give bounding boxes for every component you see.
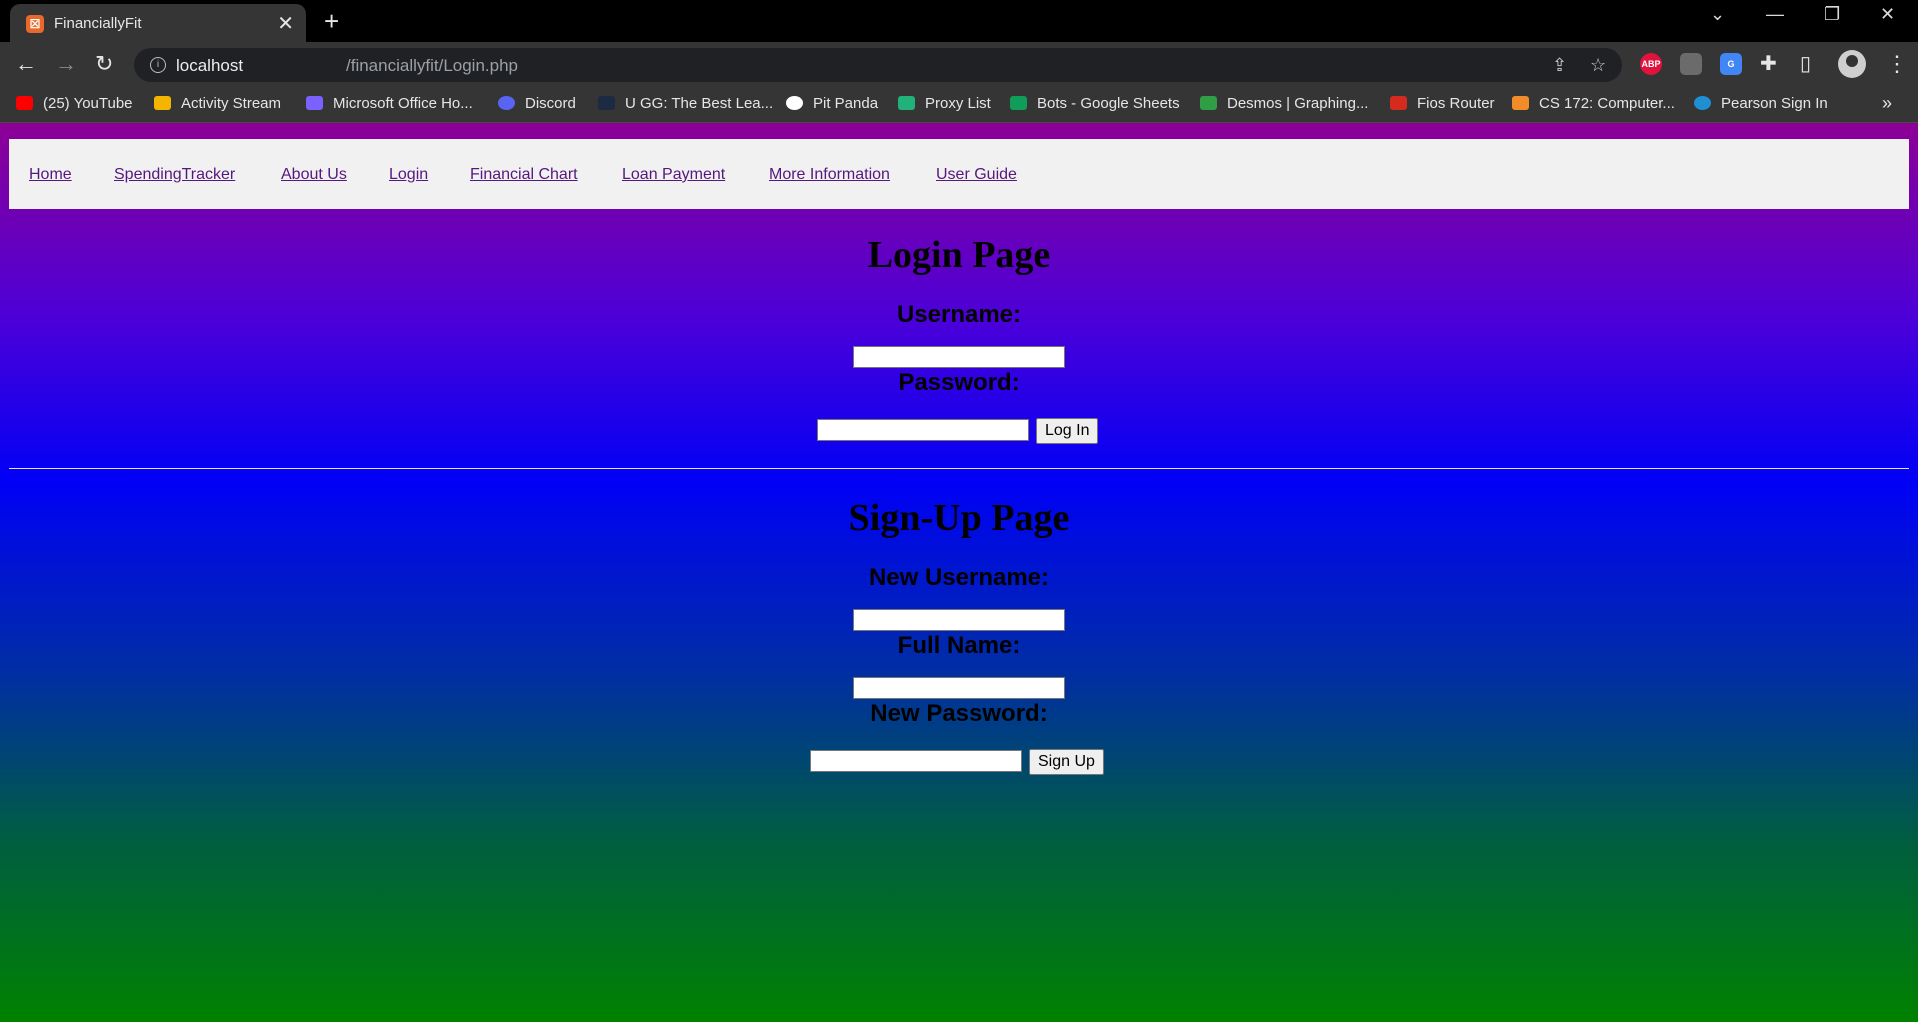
new-password-label: New Password: xyxy=(870,700,1048,727)
nav-link-about-us[interactable]: About Us xyxy=(281,166,347,184)
full-name-label: Full Name: xyxy=(897,632,1021,659)
verizon-icon xyxy=(1390,96,1407,110)
bookmark-label: Desmos | Graphing... xyxy=(1227,95,1369,112)
site-navbar: Home SpendingTracker About Us Login Fina… xyxy=(9,139,1909,209)
panda-icon xyxy=(786,96,803,110)
new-username-label: New Username: xyxy=(868,564,1050,591)
bookmark-cs172[interactable]: CS 172: Computer... xyxy=(1512,95,1675,115)
activity-stream-icon xyxy=(154,96,171,110)
password-label: Password: xyxy=(898,369,1020,396)
menu-kebab-icon[interactable]: ⋮ xyxy=(1886,51,1908,77)
bookmark-label: Fios Router xyxy=(1417,95,1495,112)
nav-link-login[interactable]: Login xyxy=(389,166,428,184)
browser-tab[interactable]: ☒ FinanciallyFit ✕ xyxy=(10,4,306,42)
bookmarks-bar: (25) YouTube Activity Stream Microsoft O… xyxy=(0,88,1918,123)
nav-link-home[interactable]: Home xyxy=(29,166,72,184)
profile-avatar[interactable] xyxy=(1838,50,1866,78)
browser-tab-bar: ☒ FinanciallyFit ✕ + ⌄ — ❐ ✕ xyxy=(0,0,1918,42)
youtube-icon xyxy=(16,96,33,110)
minimize-icon[interactable]: — xyxy=(1766,4,1784,25)
tab-search-icon[interactable]: ⌄ xyxy=(1710,4,1725,25)
pearson-icon xyxy=(1694,96,1711,110)
bookmark-label: CS 172: Computer... xyxy=(1539,95,1675,112)
bookmark-label: Proxy List xyxy=(925,95,991,112)
browser-toolbar: ← → ↻ i localhost /financiallyfit/Login.… xyxy=(0,42,1918,88)
bookmark-label: Discord xyxy=(525,95,576,112)
close-tab-icon[interactable]: ✕ xyxy=(277,11,294,36)
bookmark-ugg[interactable]: U GG: The Best Lea... xyxy=(598,95,773,115)
new-password-input[interactable] xyxy=(810,750,1022,772)
signup-page-title: Sign-Up Page xyxy=(848,497,1070,539)
zybooks-icon xyxy=(1512,96,1529,110)
bookmark-label: Activity Stream xyxy=(181,95,282,112)
restore-icon[interactable]: ❐ xyxy=(1824,4,1840,25)
share-icon[interactable]: ⇪ xyxy=(1552,55,1567,76)
username-input[interactable] xyxy=(853,346,1065,368)
adblock-extension-icon[interactable]: ABP xyxy=(1640,53,1662,75)
bookmark-pit-panda[interactable]: Pit Panda xyxy=(786,95,878,115)
sign-up-button[interactable]: Sign Up xyxy=(1029,749,1104,775)
extension-icon[interactable] xyxy=(1680,53,1702,75)
new-tab-icon[interactable]: + xyxy=(324,6,339,37)
bookmark-discord[interactable]: Discord xyxy=(498,95,576,115)
nav-link-financial-chart[interactable]: Financial Chart xyxy=(470,166,578,184)
bookmark-desmos[interactable]: Desmos | Graphing... xyxy=(1200,95,1368,115)
bookmark-google-sheets[interactable]: Bots - Google Sheets xyxy=(1010,95,1180,115)
microsoft-office-icon xyxy=(306,96,323,110)
url-path: /financiallyfit/Login.php xyxy=(346,56,519,75)
more-bookmarks-icon[interactable]: » xyxy=(1882,93,1892,114)
bookmark-label: Microsoft Office Ho... xyxy=(333,95,473,112)
back-icon[interactable]: ← xyxy=(15,51,37,77)
nav-link-loan-payment[interactable]: Loan Payment xyxy=(622,166,725,184)
bookmark-star-icon[interactable]: ☆ xyxy=(1590,55,1606,76)
bookmark-label: Pit Panda xyxy=(813,95,879,112)
section-divider xyxy=(9,468,1909,469)
username-label: Username: xyxy=(896,301,1022,328)
desmos-icon xyxy=(1200,96,1217,110)
proxy-list-icon xyxy=(898,96,915,110)
ugg-icon xyxy=(598,96,615,110)
extensions-puzzle-icon[interactable]: ✚ xyxy=(1760,51,1777,76)
bookmark-label: (25) YouTube xyxy=(43,95,133,112)
url-host: localhost xyxy=(176,56,244,75)
side-panel-icon[interactable]: ▯ xyxy=(1800,51,1811,76)
nav-link-spending-tracker[interactable]: SpendingTracker xyxy=(114,166,235,184)
bookmark-pearson[interactable]: Pearson Sign In xyxy=(1694,95,1828,115)
full-name-input[interactable] xyxy=(853,677,1065,699)
login-page-title: Login Page xyxy=(867,234,1051,276)
bookmark-label: Pearson Sign In xyxy=(1721,95,1828,112)
log-in-button[interactable]: Log In xyxy=(1036,418,1099,444)
bookmark-youtube[interactable]: (25) YouTube xyxy=(16,95,133,115)
address-bar[interactable]: i localhost /financiallyfit/Login.php ⇪ … xyxy=(134,48,1622,82)
bookmark-fios-router[interactable]: Fios Router xyxy=(1390,95,1495,115)
tab-title: FinanciallyFit xyxy=(54,15,142,32)
translate-extension-icon[interactable]: G xyxy=(1720,53,1742,75)
bookmark-activity-stream[interactable]: Activity Stream xyxy=(154,95,281,115)
bookmark-microsoft-office[interactable]: Microsoft Office Ho... xyxy=(306,95,473,115)
bookmark-label: Bots - Google Sheets xyxy=(1037,95,1180,112)
site-info-icon[interactable]: i xyxy=(150,57,166,73)
site-favicon-icon: ☒ xyxy=(26,15,44,33)
forward-icon[interactable]: → xyxy=(55,51,77,77)
bookmark-proxy-list[interactable]: Proxy List xyxy=(898,95,991,115)
new-username-input[interactable] xyxy=(853,609,1065,631)
google-sheets-icon xyxy=(1010,96,1027,110)
close-window-icon[interactable]: ✕ xyxy=(1880,4,1895,25)
nav-link-user-guide[interactable]: User Guide xyxy=(936,166,1017,184)
reload-icon[interactable]: ↻ xyxy=(95,51,113,77)
nav-link-more-information[interactable]: More Information xyxy=(769,166,890,184)
page-body: Home SpendingTracker About Us Login Fina… xyxy=(0,123,1918,1022)
password-input[interactable] xyxy=(817,419,1029,441)
discord-icon xyxy=(498,96,515,110)
bookmark-label: U GG: The Best Lea... xyxy=(625,95,774,112)
